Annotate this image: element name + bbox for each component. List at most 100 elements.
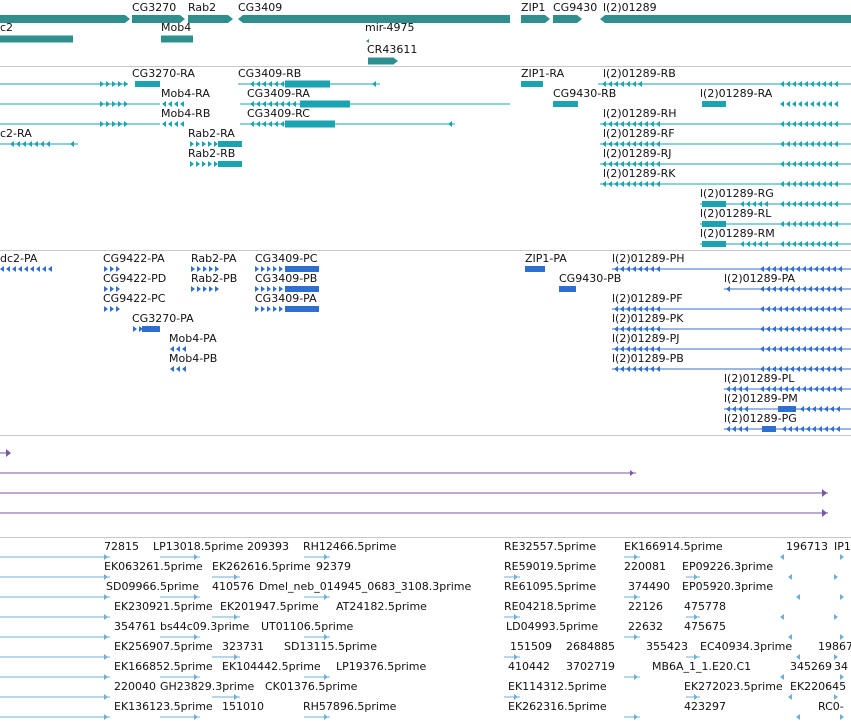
protein-label[interactable]: l(2)01289-PB <box>612 353 684 365</box>
transcript-label[interactable]: l(2)01289-RF <box>603 128 675 140</box>
protein-label[interactable]: CG9422-PA <box>103 253 165 265</box>
est-label[interactable]: EC40934.3prime <box>700 641 792 653</box>
transcript-label[interactable]: l(2)01289-RB <box>603 68 676 80</box>
est-label[interactable]: RE59019.5prime <box>504 561 596 573</box>
gene-label[interactable]: ZIP1 <box>521 2 545 14</box>
gene-label[interactable]: l(2)01289 <box>603 2 657 14</box>
protein-label[interactable]: l(2)01289-PL <box>724 373 794 385</box>
gene-label[interactable]: CG9430 <box>553 2 597 14</box>
protein-label[interactable]: Mob4-PA <box>169 333 217 345</box>
transcript-label[interactable]: Rab2-RB <box>188 148 235 160</box>
est-label[interactable]: EK262316.5prime <box>508 701 607 713</box>
est-label[interactable]: 22632 <box>628 621 663 633</box>
protein-label[interactable]: l(2)01289-PJ <box>612 333 679 345</box>
est-label[interactable]: UT01106.5prime <box>261 621 353 633</box>
protein-label[interactable]: l(2)01289-PG <box>724 413 797 425</box>
protein-label[interactable]: CG3409-PA <box>255 293 317 305</box>
transcript-label[interactable]: CG3409-RC <box>247 108 310 120</box>
est-label[interactable]: 423297 <box>684 701 726 713</box>
est-label[interactable]: 209393 <box>247 541 289 553</box>
est-label[interactable]: LP13018.5prime <box>153 541 243 553</box>
est-label[interactable]: EK256907.5prime <box>114 641 213 653</box>
est-label[interactable]: MB6A_1_1.E20.C1 <box>652 661 751 673</box>
est-label[interactable]: 475778 <box>684 601 726 613</box>
est-label[interactable]: LP19376.5prime <box>336 661 426 673</box>
est-label[interactable]: EK063261.5prime <box>104 561 203 573</box>
est-label[interactable]: 151509 <box>510 641 552 653</box>
est-label[interactable]: EK114312.5prime <box>508 681 607 693</box>
transcript-label[interactable]: l(2)01289-RA <box>700 88 772 100</box>
gene-label[interactable]: CR43611 <box>367 44 417 56</box>
est-label[interactable]: EK136123.5prime <box>114 701 213 713</box>
est-label[interactable]: RE61095.5prime <box>504 581 596 593</box>
est-label[interactable]: EK220645 <box>790 681 846 693</box>
est-label[interactable]: bs44c09.3prime <box>160 621 249 633</box>
protein-label[interactable]: l(2)01289-PA <box>724 273 795 285</box>
gene-label[interactable]: CG3409 <box>238 2 282 14</box>
transcript-label[interactable]: l(2)01289-RM <box>700 228 775 240</box>
protein-label[interactable]: l(2)01289-PH <box>612 253 685 265</box>
est-label[interactable]: SD13115.5prime <box>284 641 377 653</box>
protein-label[interactable]: dc2-PA <box>0 253 37 265</box>
est-label[interactable]: 34 <box>834 661 848 673</box>
protein-label[interactable]: CG3409-PC <box>255 253 317 265</box>
est-label[interactable]: 3702719 <box>566 661 615 673</box>
gene-label[interactable]: Rab2 <box>188 2 216 14</box>
transcript-label[interactable]: l(2)01289-RJ <box>603 148 672 160</box>
transcript-label[interactable]: CG3409-RB <box>238 68 301 80</box>
est-label[interactable]: SD09966.5prime <box>106 581 199 593</box>
est-label[interactable]: 354761 <box>114 621 156 633</box>
protein-label[interactable]: l(2)01289-PF <box>612 293 683 305</box>
est-label[interactable]: EP05920.3prime <box>682 581 773 593</box>
transcript-label[interactable]: CG3409-RA <box>247 88 310 100</box>
est-label[interactable]: 2684885 <box>566 641 615 653</box>
est-label[interactable]: RE32557.5prime <box>504 541 596 553</box>
transcript-label[interactable]: l(2)01289-RK <box>603 168 675 180</box>
est-label[interactable]: EK230921.5prime <box>114 601 213 613</box>
est-label[interactable]: CK01376.5prime <box>265 681 357 693</box>
protein-label[interactable]: CG9430-PB <box>559 273 621 285</box>
protein-label[interactable]: CG9422-PD <box>103 273 166 285</box>
est-label[interactable]: 410442 <box>508 661 550 673</box>
protein-label[interactable]: ZIP1-PA <box>525 253 567 265</box>
transcript-label[interactable]: Mob4-RA <box>161 88 210 100</box>
transcript-label[interactable]: CG9430-RB <box>553 88 616 100</box>
est-label[interactable]: EK104442.5prime <box>222 661 321 673</box>
est-label[interactable]: 92379 <box>316 561 351 573</box>
gene-label[interactable]: CG3270 <box>132 2 176 14</box>
gene-label[interactable]: c2 <box>0 22 13 34</box>
transcript-label[interactable]: l(2)01289-RL <box>700 208 771 220</box>
transcript-label[interactable]: l(2)01289-RH <box>603 108 677 120</box>
est-label[interactable]: RC0- <box>818 701 844 713</box>
est-label[interactable]: 22126 <box>628 601 663 613</box>
est-label[interactable]: 410576 <box>212 581 254 593</box>
gene-label[interactable]: Mob4 <box>161 22 191 34</box>
transcript-label[interactable]: l(2)01289-RG <box>700 188 774 200</box>
est-label[interactable]: 72815 <box>104 541 139 553</box>
protein-label[interactable]: Rab2-PB <box>191 273 237 285</box>
protein-label[interactable]: Rab2-PA <box>191 253 237 265</box>
est-label[interactable]: 19867 <box>818 641 851 653</box>
est-label[interactable]: EK166852.5prime <box>114 661 213 673</box>
gene-label[interactable]: mir-4975 <box>365 22 415 34</box>
est-label[interactable]: 151010 <box>222 701 264 713</box>
est-label[interactable]: 220081 <box>624 561 666 573</box>
transcript-label[interactable]: Rab2-RA <box>188 128 235 140</box>
protein-label[interactable]: l(2)01289-PM <box>724 393 798 405</box>
transcript-label[interactable]: CG3270-RA <box>132 68 195 80</box>
est-label[interactable]: Dmel_neb_014945_0683_3108.3prime <box>259 581 471 593</box>
est-label[interactable]: EP09226.3prime <box>682 561 773 573</box>
est-label[interactable]: RH12466.5prime <box>303 541 396 553</box>
protein-label[interactable]: CG3270-PA <box>132 313 194 325</box>
est-label[interactable]: IP1 <box>834 541 851 553</box>
est-label[interactable]: RH57896.5prime <box>303 701 396 713</box>
protein-label[interactable]: CG9422-PC <box>103 293 165 305</box>
transcript-label[interactable]: c2-RA <box>0 128 32 140</box>
est-label[interactable]: 374490 <box>628 581 670 593</box>
protein-label[interactable]: l(2)01289-PK <box>612 313 683 325</box>
est-label[interactable]: 345269 <box>790 661 832 673</box>
est-label[interactable]: 196713 <box>786 541 828 553</box>
est-label[interactable]: 475675 <box>684 621 726 633</box>
protein-label[interactable]: CG3409-PB <box>255 273 317 285</box>
est-label[interactable]: 323731 <box>222 641 264 653</box>
